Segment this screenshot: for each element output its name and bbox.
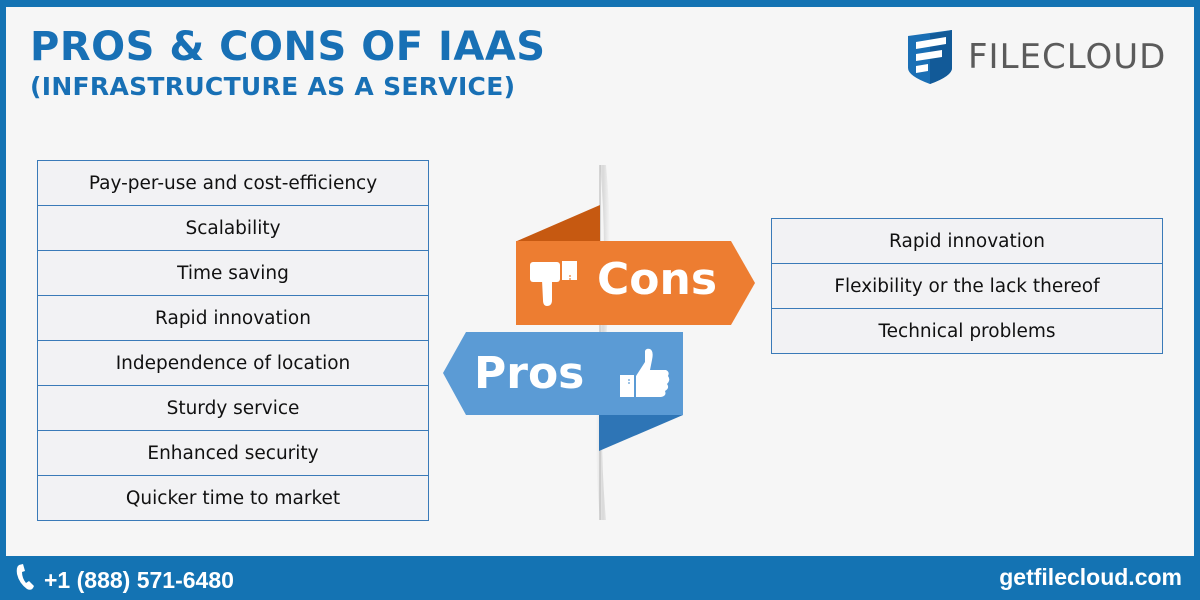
cons-list: Rapid innovation Flexibility or the lack… (771, 218, 1163, 354)
cons-list-item: Rapid innovation (889, 230, 1045, 252)
pros-list-item: Sturdy service (38, 385, 428, 430)
pros-list-item: Time saving (38, 250, 428, 295)
pros-list-item: Quicker time to market (38, 475, 428, 520)
page-subtitle: (INFRASTRUCTURE AS A SERVICE) (30, 72, 516, 101)
website-link[interactable]: getfilecloud.com (999, 563, 1182, 591)
pros-label: Pros (474, 348, 585, 399)
pros-list-item: Scalability (38, 205, 428, 250)
cons-label: Cons (597, 254, 718, 305)
pros-list-item: Pay-per-use and cost-efficiency (88, 172, 378, 194)
footer-phone[interactable]: +1 (888) 571-6480 (16, 563, 234, 596)
pros-list-item: Rapid innovation (38, 295, 428, 340)
page-title: PROS & CONS OF IAAS (30, 24, 546, 70)
phone-icon (16, 563, 36, 596)
logo-text: FILECLOUD (968, 37, 1167, 77)
filecloud-shield-icon (906, 28, 954, 86)
cons-list-item: Technical problems (772, 308, 1162, 353)
filecloud-logo[interactable]: FILECLOUD (906, 28, 1166, 86)
pros-list-item: Independence of location (38, 340, 428, 385)
cons-list-item: Flexibility or the lack thereof (772, 263, 1162, 308)
phone-number[interactable]: +1 (888) 571-6480 (44, 566, 234, 594)
pros-list-item: Enhanced security (38, 430, 428, 475)
pros-list: Pay-per-use and cost-efficiency Scalabil… (37, 160, 429, 521)
